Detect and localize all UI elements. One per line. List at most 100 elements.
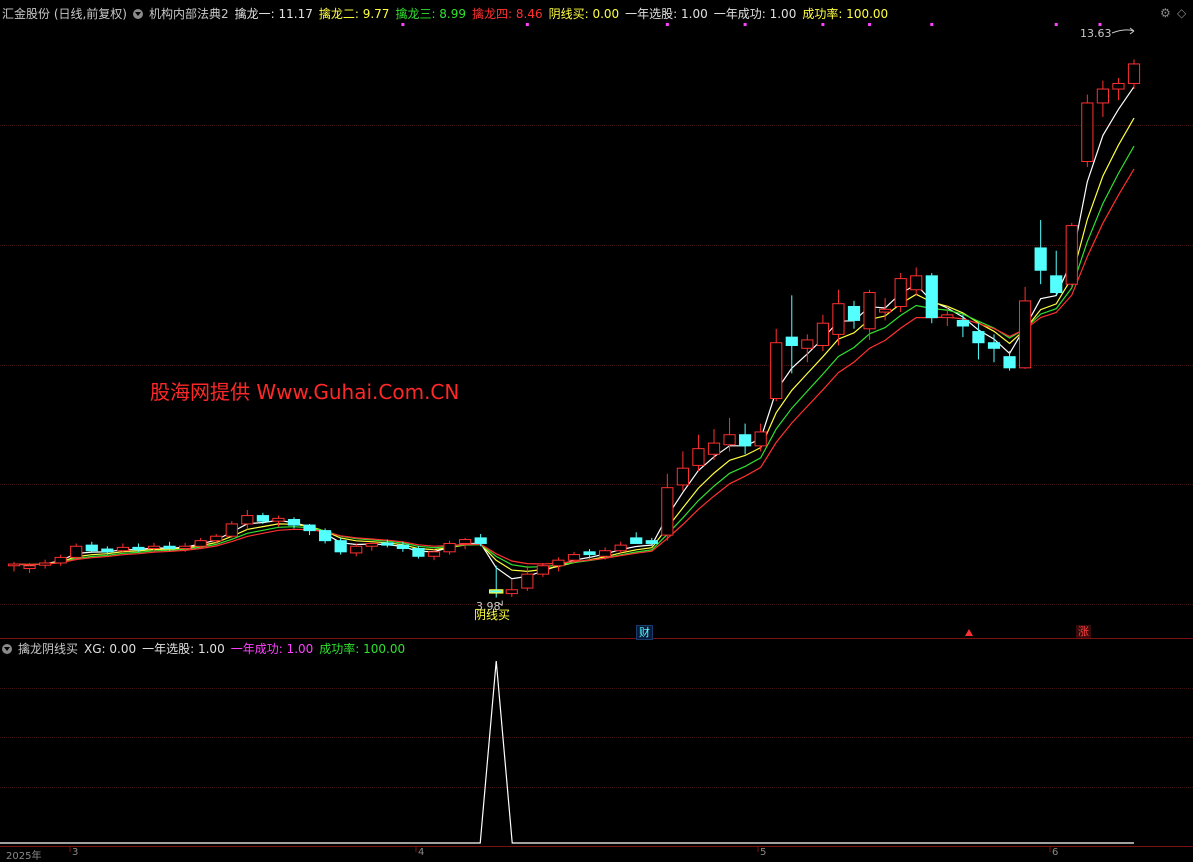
candle-body	[287, 518, 301, 526]
candle-body	[39, 562, 52, 566]
candle-body	[723, 434, 736, 446]
candle-body	[396, 544, 409, 549]
candle-body	[1065, 225, 1078, 285]
candle-body	[583, 551, 596, 556]
candle-body	[334, 540, 347, 553]
candle-body	[210, 535, 223, 542]
axis-label-month: 3	[72, 847, 79, 858]
candle-body	[225, 523, 238, 537]
signal-dot	[930, 23, 934, 26]
high-price-label: 13.63	[1080, 27, 1112, 40]
sub-indicator-name[interactable]: 擒龙阴线买	[18, 640, 78, 658]
candle-body	[676, 467, 689, 486]
candle-body	[116, 546, 129, 552]
candle-body	[847, 305, 861, 321]
candle-body	[1112, 82, 1125, 90]
candle-body	[941, 314, 954, 319]
candle-body	[645, 540, 658, 544]
candle-body	[630, 537, 643, 544]
kline-chart[interactable]	[0, 0, 1193, 854]
up-arrow-icon[interactable]	[965, 629, 973, 636]
diamond-icon[interactable]: ◇	[1177, 6, 1186, 20]
watermark-text: 股海网提供 Www.Guhai.Com.CN	[150, 380, 460, 404]
candle-body	[707, 442, 721, 455]
finance-marker[interactable]: 财	[636, 625, 653, 640]
high-price-arrow	[1111, 27, 1135, 35]
candle-body	[910, 275, 923, 291]
axis-label-month: 4	[418, 847, 425, 858]
sub-indicator-value: XG: 0.00	[84, 642, 137, 656]
ma-line-2	[13, 117, 1135, 573]
rise-marker[interactable]: 涨	[1076, 625, 1091, 638]
candle-body	[972, 331, 985, 344]
candle-body	[816, 322, 829, 347]
indicator-value: 一年成功: 1.00	[713, 7, 797, 21]
candle-body	[1081, 102, 1094, 163]
candle-body	[101, 548, 114, 553]
indicator-name[interactable]: 机构内部法典2	[149, 5, 229, 23]
chevron-down-icon[interactable]	[133, 9, 143, 19]
candle-body	[1034, 247, 1047, 271]
indicator-value: 阴线买: 0.00	[548, 7, 620, 21]
candle-body	[163, 545, 176, 549]
candle-body	[241, 515, 254, 525]
sub-indicator-value: 成功率: 100.00	[319, 642, 406, 656]
axis-label-year: 2025年	[6, 851, 42, 862]
candle-body	[365, 542, 378, 547]
settings-icon[interactable]: ⚙	[1160, 6, 1171, 20]
candle-body	[427, 551, 441, 557]
signal-label: 阴线买	[474, 608, 511, 622]
candle-body	[256, 515, 269, 522]
candle-body	[599, 550, 612, 557]
indicator-value: 擒龙一: 11.17	[234, 7, 313, 21]
candle-body	[956, 319, 969, 327]
axis-label-month: 6	[1052, 847, 1059, 858]
indicator-value: 一年选股: 1.00	[625, 7, 708, 21]
candle-body	[474, 537, 487, 544]
indicator-value: 擒龙三: 8.99	[395, 7, 467, 21]
candle-body	[7, 563, 21, 567]
stock-title[interactable]: 汇金股份 (日线,前复权)	[2, 5, 127, 23]
ma-line-3	[13, 145, 1135, 568]
candle-body	[925, 275, 938, 319]
axis-label-month: 5	[760, 847, 767, 858]
ma-line-4	[13, 168, 1135, 566]
candle-body	[614, 544, 627, 552]
candle-body	[1096, 88, 1109, 104]
candle-body	[754, 431, 767, 447]
candle-body	[147, 545, 161, 549]
candle-body	[490, 590, 503, 593]
candle-body	[567, 554, 581, 561]
candle-body	[801, 339, 814, 349]
candle-body	[879, 308, 892, 313]
sub-indicator-value: 一年成功: 1.00	[230, 642, 314, 656]
candle-body	[194, 540, 207, 547]
candle-body	[54, 556, 67, 564]
candle-body	[70, 545, 83, 558]
indicator-value: 擒龙四: 8.46	[472, 7, 543, 21]
candle-body	[381, 542, 394, 546]
candle-body	[863, 292, 876, 330]
sub-panel-header: 擒龙阴线买 XG: 0.00 一年选股: 1.00 一年成功: 1.00 成功率…	[2, 639, 411, 659]
sub-indicator-value: 一年选股: 1.00	[142, 642, 225, 656]
ma-line-1	[13, 86, 1135, 580]
candle-body	[1050, 275, 1063, 294]
chevron-down-icon[interactable]	[2, 644, 12, 654]
candle-body	[23, 565, 36, 570]
candle-body	[350, 545, 363, 554]
candle-body	[894, 278, 907, 307]
signal-dot	[1098, 23, 1102, 26]
signal-dot	[1054, 23, 1058, 26]
candle-body	[459, 539, 472, 544]
candle-body	[832, 303, 845, 335]
candle-body	[739, 434, 752, 447]
candle-body	[521, 573, 534, 589]
candle-body	[85, 544, 98, 552]
indicator-value: 成功率: 100.00	[802, 7, 889, 21]
candle-body	[536, 565, 549, 575]
candle-body	[770, 342, 783, 399]
candle-body	[661, 487, 674, 536]
candle-body	[303, 524, 316, 532]
candle-body	[1019, 300, 1032, 369]
candle-body	[319, 530, 332, 542]
